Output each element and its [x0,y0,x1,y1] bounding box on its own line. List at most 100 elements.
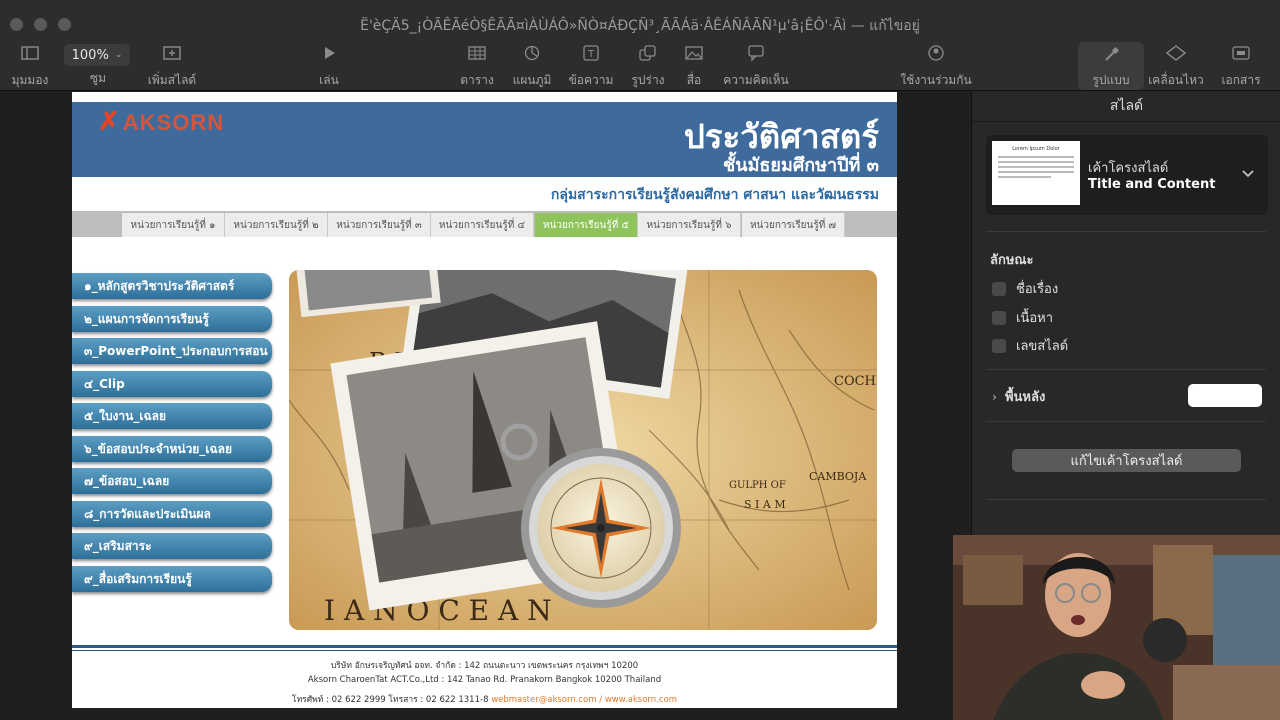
view-button[interactable]: มุมมอง [8,40,52,90]
title-checkbox[interactable] [992,281,1006,296]
zoom-select[interactable]: 100% ⌄ [64,44,130,66]
document-label: เอกสาร [1221,73,1261,87]
zoom-caption: ซูม [77,64,119,88]
add-slide-icon [140,40,204,66]
toolbar: Ë'èÇÄ5_¡ÒÃÊÃéÒ§ÊÃÃ¤ìÀÙÁÔ»ÑÒ¤ÁÐÇÑ³¸ÃÃÁä·Â… [0,0,1280,91]
unit-tabs: หน่วยการเรียนรู้ที่ ๑ หน่วยการเรียนรู้ที… [72,211,897,237]
media-button[interactable]: สื่อ [680,40,708,90]
layout-value: Title and Content [1088,177,1216,192]
menu-item-exam[interactable]: ๗_ข้อสอบ_เฉลย [72,468,272,494]
table-button[interactable]: ตาราง [456,40,498,90]
text-icon: T [566,40,616,66]
tab-unit-5[interactable]: หน่วยการเรียนรู้ที่ ๕ [535,213,638,237]
shape-button[interactable]: รูปร่าง [626,40,670,90]
layout-thumbnail: Lorem Ipsum Dolor [992,141,1080,205]
menu-item-clip[interactable]: ๔_Clip [72,371,272,397]
tab-unit-1[interactable]: หน่วยการเรียนรู้ที่ ๑ [122,213,225,237]
inspector-divider [972,121,1280,122]
inspector-divider [986,369,1266,370]
table-icon [456,40,498,66]
webcam-overlay [953,535,1280,720]
add-slide-button[interactable]: เพิ่มสไลด์ [140,40,204,90]
tab-unit-7[interactable]: หน่วยการเรียนรู้ที่ ๗ [742,213,845,237]
slide-number-checkbox-label: เลขสไลด์ [1016,339,1069,354]
edit-layout-button[interactable]: แก้ไขเค้าโครงสไลด์ [1012,449,1241,472]
footer-divider-thin [72,650,897,651]
chevron-down-icon [1242,163,1254,182]
body-checkbox-row[interactable]: เนื้อหา [992,307,1053,328]
format-label: รูปแบบ [1092,73,1130,87]
format-button[interactable]: รูปแบบ [1078,42,1144,90]
tab-unit-2[interactable]: หน่วยการเรียนรู้ที่ ๒ [225,213,328,237]
map-label-siam: S I A M [744,498,786,511]
chevron-right-icon: › [992,389,997,404]
chevron-down-icon: ⌄ [114,50,123,60]
footer-phone: โทรศัพท์ : 02 622 2999 โทรสาร : 02 622 1… [292,695,489,705]
title-checkbox-row[interactable]: ชื่อเรื่อง [992,278,1058,299]
zoom-value: 100% [71,47,109,63]
background-row[interactable]: › พื้นหลัง [992,386,1045,407]
comment-button[interactable]: ความคิดเห็น [722,40,790,90]
text-button[interactable]: T ข้อความ [566,40,616,90]
text-label: ข้อความ [568,73,614,87]
tab-unit-3[interactable]: หน่วยการเรียนรู้ที่ ๓ [328,213,431,237]
slide-number-checkbox-row[interactable]: เลขสไลด์ [992,335,1068,356]
collaborate-icon [900,40,972,66]
table-label: ตาราง [460,73,494,87]
logo-text: AKSORN [122,110,225,135]
slide[interactable]: ✗AKSORN ประวัติศาสตร์ ชั้นมัธยมศึกษาปีที… [72,92,897,708]
image-icon [680,40,708,66]
tab-unit-6[interactable]: หน่วยการเรียนรู้ที่ ๖ [638,213,741,237]
tab-unit-4[interactable]: หน่วยการเรียนรู้ที่ ๔ [431,213,534,237]
map-label-cochin: COCHI [834,374,877,389]
sidebar-icon [8,40,52,66]
background-color-well[interactable] [1188,384,1262,407]
map-label-camboja: CAMBOJA [809,470,867,483]
zoom-label: ซูม [89,71,107,85]
footer-address-th: บริษัท อักษรเจริญทัศน์ อจท. จำกัด : 142 … [330,661,639,671]
menu-item-assessment[interactable]: ๘_การวัดและประเมินผล [72,501,272,527]
media-label: สื่อ [686,73,702,87]
chart-icon [508,40,556,66]
document-button[interactable]: เอกสาร [1218,40,1264,90]
body-checkbox-label: เนื้อหา [1016,311,1054,326]
animate-button[interactable]: เคลื่อนไหว [1148,40,1204,90]
menu-item-worksheet[interactable]: ๕_ใบงาน_เฉลย [72,403,272,429]
comment-icon [722,40,790,66]
menu-item-supplementary-media[interactable]: ๙_สื่อเสริมการเรียนรู้ [72,566,272,592]
paintbrush-icon [1078,42,1144,68]
inspector-divider [986,421,1266,422]
shape-icon [626,40,670,66]
slide-layout-picker[interactable]: Lorem Ipsum Dolor เค้าโครงสไลด์ Title an… [986,135,1268,215]
play-label: เล่น [319,73,339,87]
slide-subtitle: ชั้นมัธยมศึกษาปีที่ ๓ [723,155,879,176]
appearance-label: ลักษณะ [990,253,1034,268]
comment-label: ความคิดเห็น [723,73,789,87]
inspector-divider [986,499,1266,500]
slide-number-checkbox[interactable] [992,338,1006,353]
chart-label: แผนภูมิ [512,73,552,87]
body-checkbox[interactable] [992,310,1006,325]
map-compass-image: B E COCHI GULPH OF S I A M CAMBOJA I A N… [289,270,877,630]
footer-address-en: Aksorn CharoenTat ACT.Co.,Ltd : 142 Tana… [307,675,662,685]
footer-divider [72,645,897,648]
menu-item-unit-test[interactable]: ๖_ข้อสอบประจำหน่วย_เฉลย [72,436,272,462]
inspector-divider [986,231,1266,232]
logo-mark-icon: ✗ [98,106,121,136]
chart-button[interactable]: แผนภูมิ [508,40,556,90]
diamond-icon [1148,40,1204,66]
play-button[interactable]: เล่น [310,40,348,90]
inspector-title: สไลด์ [1109,98,1144,114]
view-label: มุมมอง [11,73,49,87]
footer-links[interactable]: webmaster@aksorn.com / www.aksorn.com [491,695,677,705]
menu-item-lesson-plan[interactable]: ๒_แผนการจัดการเรียนรู้ [72,306,272,332]
menu-item-curriculum[interactable]: ๑_หลักสูตรวิชาประวัติศาสตร์ [72,273,272,299]
menu-item-powerpoint[interactable]: ๓_PowerPoint_ประกอบการสอน [72,338,272,364]
layout-name: เค้าโครงสไลด์ [1088,161,1169,176]
thumb-title: Lorem Ipsum Dolor [1012,146,1060,152]
title-checkbox-label: ชื่อเรื่อง [1016,282,1059,297]
document-icon [1218,40,1264,66]
collaborate-button[interactable]: ใช้งานร่วมกัน [900,40,972,90]
svg-text:T: T [587,49,595,60]
menu-item-enrichment[interactable]: ๙_เสริมสาระ [72,533,272,559]
